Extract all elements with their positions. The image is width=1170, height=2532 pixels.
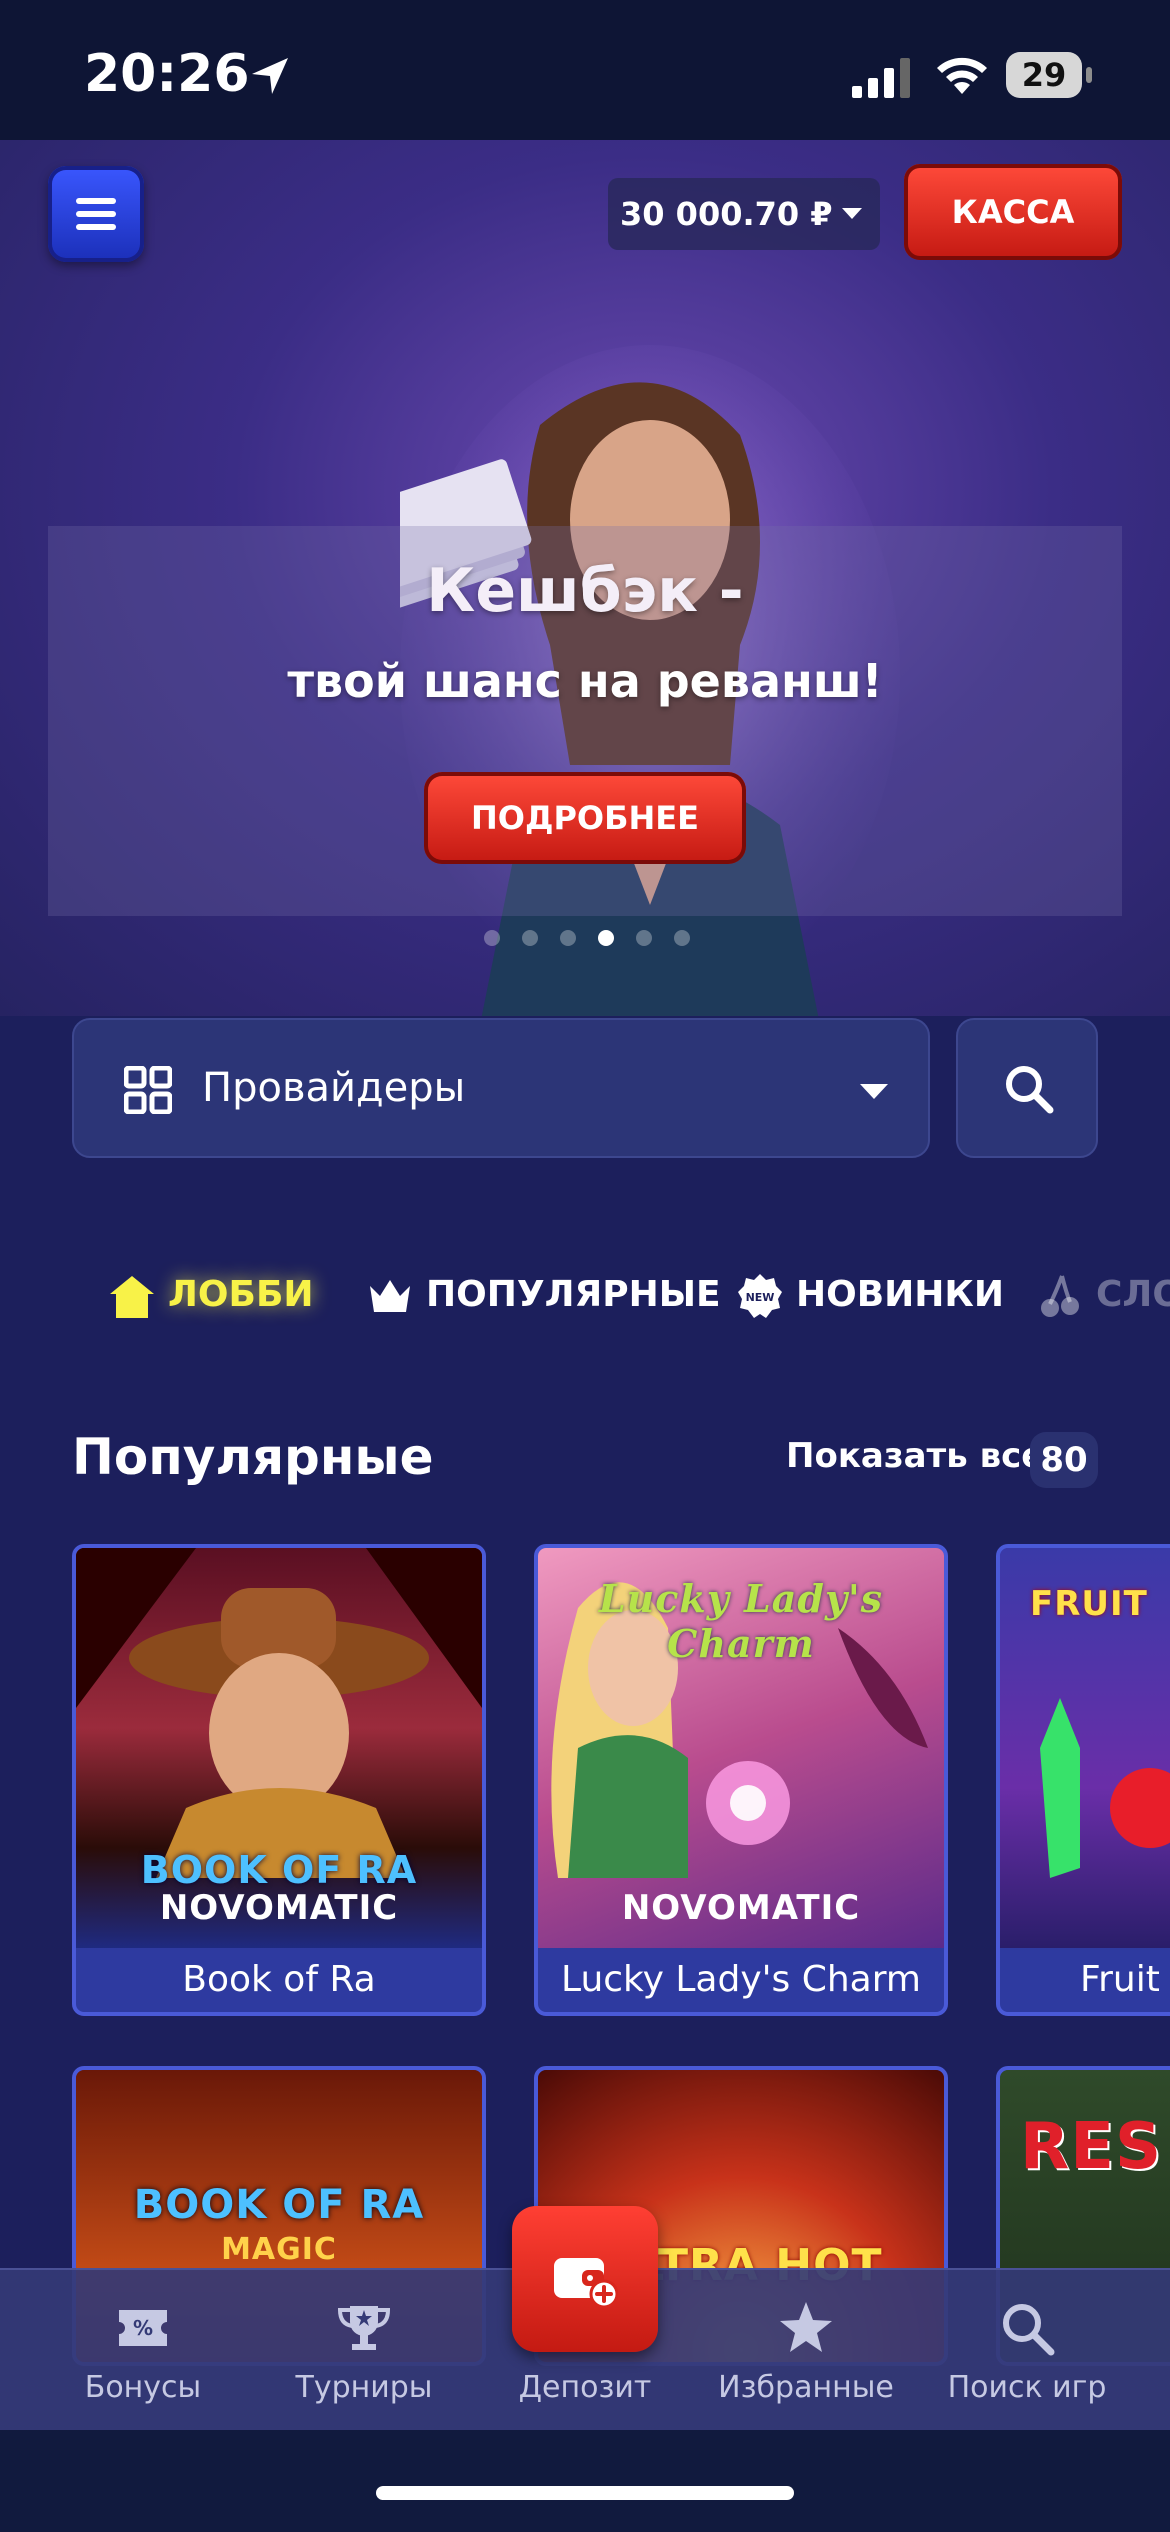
tab-label: НОВИНКИ [796,1274,1004,1315]
home-icon [110,1276,154,1318]
svg-text:NEW: NEW [746,1291,775,1304]
pagination-dot[interactable] [560,930,576,946]
game-logo-sub: MAGIC [221,2232,337,2267]
grid-icon [124,1066,172,1114]
trophy-icon [337,2306,391,2350]
game-provider-logo: NOVOMATIC [621,1888,861,1928]
game-card-fruit[interactable]: FRUIT Fruit [996,1544,1170,2016]
nav-label: Бонусы [84,2370,202,2405]
cellular-signal-icon [852,58,910,98]
search-icon [1003,2304,1055,2356]
balance-amount: 30 000.70 ₽ [620,195,833,233]
status-time: 20:26 [84,44,250,104]
game-logo: BOOK OF RA [133,2182,425,2228]
chevron-down-icon [842,208,862,219]
banner-pagination [484,930,694,950]
game-logo: Lucky Lady's Charm [598,1576,884,1666]
nav-tournaments[interactable]: Турниры [254,2270,474,2432]
nav-game-search[interactable]: Поиск игр [917,2270,1137,2432]
banner-more-button[interactable]: ПОДРОБНЕЕ [424,772,746,864]
show-all-link[interactable]: Показать все [786,1436,1044,1476]
crown-icon [370,1280,410,1312]
nav-favorites[interactable]: Избранные [696,2270,916,2432]
tab-label: ЛОББИ [168,1274,314,1315]
pagination-dot[interactable] [522,930,538,946]
category-tabs: ЛОББИ ПОПУЛЯРНЫЕ NEW НОВИНКИ СЛО [0,1250,1170,1340]
game-title: Book of Ra [182,1959,376,2000]
home-indicator[interactable] [376,2486,794,2500]
bonus-ticket-icon: % [119,2310,167,2346]
nav-label: Избранные [718,2370,894,2405]
search-button[interactable] [956,1018,1098,1158]
game-thumbnail: FRUIT [1000,1548,1170,1948]
game-title: Lucky Lady's Charm [561,1959,921,2000]
game-provider-logo: NOVOMATIC [159,1888,399,1928]
tab-label: СЛО [1096,1274,1170,1315]
tab-lobby[interactable]: ЛОББИ [108,1250,314,1340]
star-icon [780,2302,832,2352]
game-title: Fruit [1080,1959,1160,2000]
game-logo: RES [1020,2110,1163,2184]
menu-button[interactable] [48,166,144,262]
tab-label: ПОПУЛЯРНЫЕ [426,1274,721,1315]
providers-label: Провайдеры [202,1065,466,1111]
game-card-lucky-ladys-charm[interactable]: Lucky Lady's Charm NOVOMATIC Lucky Lady'… [534,1544,948,2016]
cherry-icon [1041,1275,1079,1317]
svg-text:%: % [133,2316,153,2340]
game-logo: BOOK OF RA [140,1848,418,1892]
tab-slots[interactable]: СЛО [1036,1250,1170,1340]
nav-label: Турниры [295,2370,433,2405]
pagination-dot[interactable] [674,930,690,946]
nav-bonuses[interactable]: % Бонусы [33,2270,253,2432]
section-title-popular: Популярные [72,1428,434,1486]
balance-dropdown[interactable]: 30 000.70 ₽ [608,178,880,250]
banner-subtitle: твой шанс на реванш! [287,654,883,708]
pagination-dot[interactable] [636,930,652,946]
pagination-dot[interactable] [484,930,500,946]
status-bar: 20:26 29 [0,0,1170,140]
home-indicator-area [0,2430,1170,2532]
chevron-down-icon [860,1084,888,1099]
promo-banner[interactable]: 30 000.70 ₽ КАССА Кешбэк - твой шанс на … [0,140,1170,1016]
game-thumbnail: BOOK OF RA NOVOMATIC [76,1548,482,1948]
cashier-button[interactable]: КАССА [904,164,1122,260]
banner-title: Кешбэк - [426,556,744,626]
pagination-dot-active[interactable] [598,930,614,946]
search-icon [1006,1066,1054,1114]
battery-indicator: 29 [1006,52,1092,98]
battery-level: 29 [1021,56,1067,94]
location-arrow-icon [252,58,288,94]
wifi-icon [937,57,987,94]
tab-popular[interactable]: ПОПУЛЯРНЫЕ [366,1250,721,1340]
deposit-button[interactable] [512,2206,658,2352]
new-badge-icon: NEW [738,1274,782,1318]
show-all-count-badge: 80 [1030,1432,1098,1488]
game-card-book-of-ra[interactable]: BOOK OF RA NOVOMATIC Book of Ra [72,1544,486,2016]
nav-label: Депозит [518,2370,652,2405]
game-thumbnail: Lucky Lady's Charm NOVOMATIC [538,1548,944,1948]
game-logo: FRUIT [1030,1584,1148,1624]
wallet-add-icon [554,2258,618,2309]
nav-label: Поиск игр [947,2370,1107,2405]
tab-new[interactable]: NEW НОВИНКИ [736,1250,1004,1340]
providers-dropdown[interactable]: Провайдеры [72,1018,930,1158]
